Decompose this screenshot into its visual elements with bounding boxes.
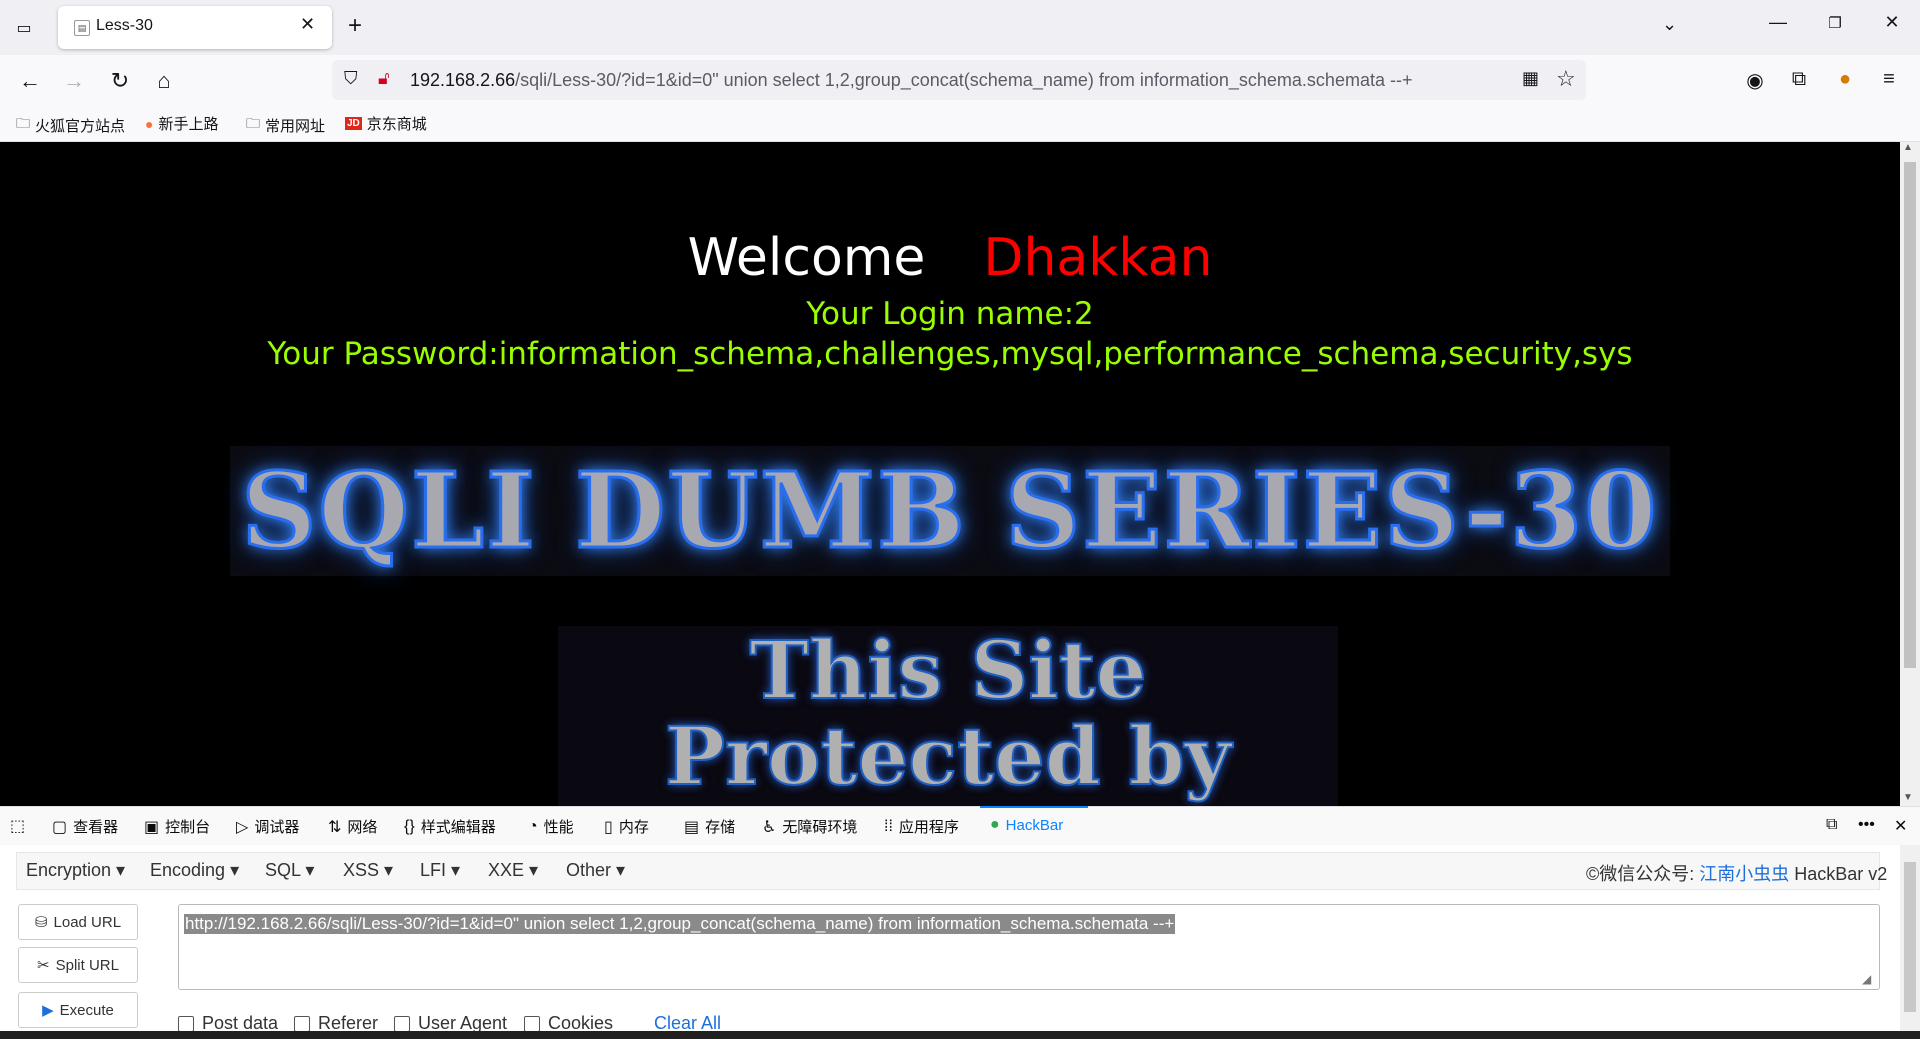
accessibility-icon: ♿︎ [762,818,777,836]
tab-application[interactable]: ⁞⁞ 应用程序 [884,816,959,837]
tab-overview-icon[interactable]: ▭ [10,14,38,42]
more-options-icon[interactable]: ••• [1858,816,1875,834]
tab-memory[interactable]: ▯ 内存 [604,816,649,837]
bookmark-label: 新手上路 [158,116,219,133]
menu-xss[interactable]: XSS ▾ [343,860,393,881]
protected-line-2: Protected by [664,709,1232,803]
debugger-icon: ▷ [236,818,249,836]
account-icon[interactable]: ◉ [1740,68,1770,93]
page-scrollbar-thumb[interactable] [1904,162,1916,668]
bookmark-item[interactable]: 🗀︎ 常用网址 [246,113,325,137]
execute-icon: ▶ [42,1002,54,1019]
welcome-user: Dhakkan [983,228,1213,288]
page-favicon-icon: ▤ [74,20,90,36]
tab-accessibility[interactable]: ♿︎ 无障碍环境 [762,816,857,837]
hackbar-scrollbar-thumb[interactable] [1904,862,1916,1012]
split-url-button[interactable]: ✂ Split URL [18,947,138,983]
menu-sql[interactable]: SQL ▾ [265,860,314,881]
forward-icon[interactable]: → [58,68,90,94]
element-picker-icon[interactable]: ⬚ [10,816,25,836]
series-banner-image: SQLI DUMB SERIES-30 [240,448,1659,574]
inspector-icon: ▢ [52,818,68,836]
storage-icon: ▤ [684,818,700,836]
devtools-close-icon[interactable]: ✕ [1894,816,1907,836]
dock-icon[interactable]: ⧉ [1826,816,1837,834]
checkbox-icon [178,1015,194,1032]
tracking-shield-icon[interactable]: ⛉ [344,68,358,89]
split-url-icon: ✂ [37,957,50,974]
hackbar-credit: ©微信公众号: 江南小虫虫 HackBar v2 [1586,864,1888,884]
reload-icon[interactable]: ↻ [104,68,136,94]
resize-handle-icon[interactable]: ◢ [1862,972,1871,986]
folder-icon: 🗀︎ [246,115,260,131]
tab-performance[interactable]: ◔ 性能 [528,816,574,837]
checkbox-icon [524,1015,540,1032]
taskbar-strip [0,1031,1920,1039]
console-icon: ▣ [144,818,160,836]
load-url-button[interactable]: ⛁ Load URL [18,904,138,940]
list-all-tabs-icon[interactable]: ⌄ [1662,14,1677,35]
tab-style-editor[interactable]: {} 样式编辑器 [404,816,496,837]
tab-storage[interactable]: ▤ 存储 [684,816,735,837]
tab-console[interactable]: ▣ 控制台 [144,816,210,837]
menu-encryption[interactable]: Encryption ▾ [26,860,125,881]
url-text[interactable]: 192.168.2.66/sqli/Less-30/?id=1&id=0" un… [410,70,1412,91]
bookmark-star-icon[interactable]: ☆ [1556,66,1576,92]
login-name-text: Your Login name:2 [806,296,1094,332]
window-close-icon[interactable]: ✕ [1872,12,1912,33]
scroll-up-icon[interactable]: ▲ [1903,142,1913,153]
tab-network[interactable]: ⇅ 网络 [328,816,377,837]
scroll-down-icon[interactable]: ▼ [1903,792,1913,803]
network-icon: ⇅ [328,818,342,836]
firefox-icon: ● [145,115,154,132]
menu-icon[interactable]: ≡ [1874,68,1904,91]
jd-icon: JD [345,117,362,130]
password-text: Your Password:information_schema,challen… [267,336,1633,372]
qr-code-icon[interactable]: ▦ [1522,68,1539,89]
extension-badge-icon[interactable]: ● [1830,68,1860,91]
menu-xxe[interactable]: XXE ▾ [488,860,538,881]
welcome-text: Welcome [687,228,926,288]
url-path: /sqli/Less-30/?id=1&id=0" union select 1… [515,70,1413,90]
bookmark-label: 常用网址 [265,117,326,135]
tab-title: Less-30 [96,17,153,34]
bookmark-item[interactable]: JD 京东商城 [345,113,427,134]
tab-inspector[interactable]: ▢ 查看器 [52,816,118,837]
execute-button[interactable]: ▶ Execute [18,992,138,1028]
checkbox-icon [294,1015,310,1032]
protected-line-1: This Site [749,623,1148,717]
menu-other[interactable]: Other ▾ [566,860,625,881]
tab-hackbar[interactable]: ● HackBar [990,816,1063,834]
hackbar-tab-indicator [980,806,1088,808]
menu-lfi[interactable]: LFI ▾ [420,860,460,881]
style-editor-icon: {} [404,817,415,835]
bookmark-label: 京东商城 [366,116,427,133]
tab-close-icon[interactable]: ✕ [300,14,315,35]
load-url-icon: ⛁ [34,914,48,931]
hackbar-url-value[interactable]: http://192.168.2.66/sqli/Less-30/?id=1&i… [184,914,1176,934]
restore-icon[interactable]: ❐ [1815,14,1855,32]
performance-icon: ◔ [528,817,538,835]
application-icon: ⁞⁞ [884,817,893,835]
bookmark-item[interactable]: ● 新手上路 [145,113,218,134]
url-host: 192.168.2.66 [410,70,516,90]
folder-icon: 🗀︎ [16,115,30,131]
minimize-icon[interactable]: — [1758,12,1798,33]
checkbox-icon [394,1015,410,1032]
back-icon[interactable]: ← [14,68,46,94]
insecure-lock-icon[interactable]: 🔓︎ [378,68,390,89]
menu-encoding[interactable]: Encoding ▾ [150,860,239,881]
hackbar-icon: ● [990,816,1000,833]
bookmark-label: 火狐官方站点 [35,117,126,135]
welcome-heading: Welcome Dhakkan [0,228,1900,288]
new-tab-icon[interactable]: + [348,12,362,40]
tab-debugger[interactable]: ▷ 调试器 [236,816,299,837]
extensions-icon[interactable]: ⧉ [1784,68,1814,91]
home-icon[interactable]: ⌂ [148,68,180,94]
bookmark-item[interactable]: 🗀︎ 火狐官方站点 [16,113,125,137]
memory-icon: ▯ [604,818,613,836]
